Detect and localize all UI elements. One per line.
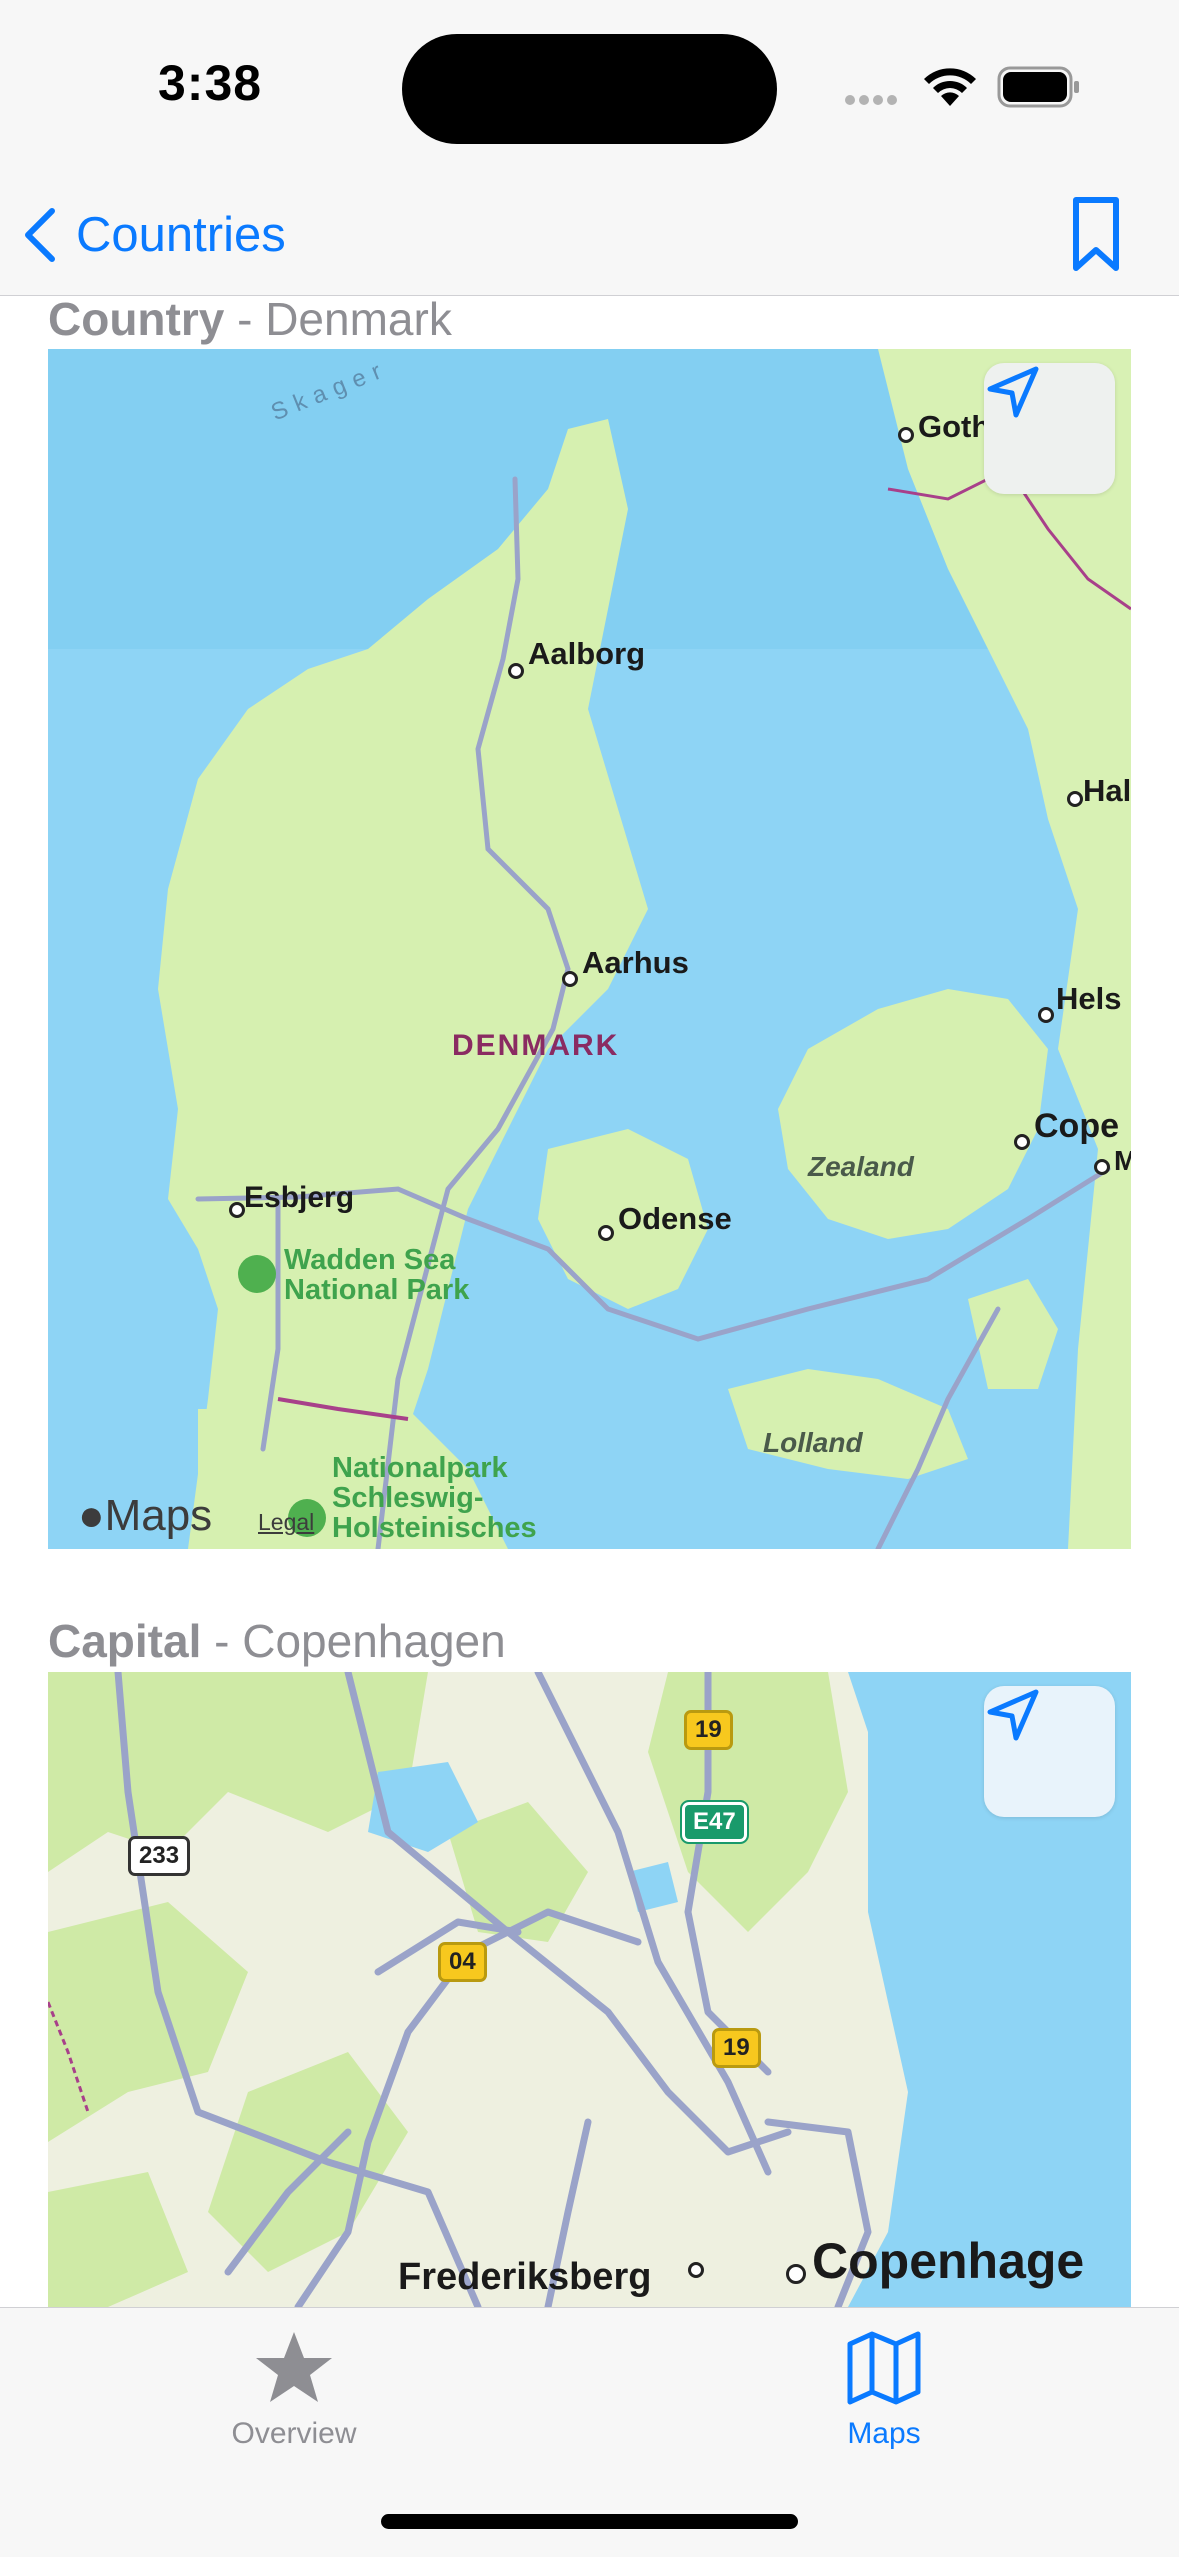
wifi-icon [924, 68, 976, 106]
city-marker [688, 2262, 704, 2278]
navigation-bar: Countries [0, 180, 1179, 296]
city-marker [598, 1225, 614, 1241]
map-label-m: M [1114, 1145, 1131, 1176]
road-shield-233: 233 [128, 1836, 191, 1876]
map-label-zealand: Zealand [808, 1151, 914, 1182]
map-label-copenhagen: Copenhage [812, 2233, 1085, 2289]
map-label-esbjerg: Esbjerg [244, 1181, 355, 1214]
country-map[interactable]: Skager Goth Aalborg Hal Aarhus DENMARK H… [48, 349, 1131, 1549]
map-label-wadden: Wadden Sea National Park [284, 1245, 469, 1305]
city-marker [562, 971, 578, 987]
map-label-hels: Hels [1056, 981, 1122, 1016]
map-label-denmark: DENMARK [452, 1029, 620, 1062]
map-label-lolland: Lolland [763, 1427, 863, 1458]
country-heading: Country - Denmark [48, 292, 452, 346]
capital-map-canvas [48, 1672, 1131, 2307]
bookmark-button[interactable] [1066, 190, 1126, 283]
back-button-label: Countries [76, 208, 286, 262]
map-label-goth: Goth [918, 409, 991, 444]
locate-button[interactable] [984, 1686, 1115, 1817]
city-marker [508, 663, 524, 679]
capital-map[interactable]: 19 E47 233 04 19 Copenhage Frederiksberg [48, 1672, 1131, 2307]
map-label-cope: Cope [1034, 1107, 1119, 1145]
map-label-nationalpark: Nationalpark Schleswig- Holsteinisches [332, 1453, 537, 1543]
wadden-line1: Wadden Sea [284, 1244, 456, 1276]
apple-logo-icon: ● [78, 1491, 105, 1540]
location-arrow-icon [987, 1689, 1039, 1741]
status-time: 3:38 [158, 55, 263, 111]
tab-overview[interactable]: Overview [169, 2330, 419, 2451]
city-marker [1067, 791, 1083, 807]
map-label-odense: Odense [618, 1201, 732, 1236]
capital-heading-bold: Capital [48, 1615, 202, 1667]
np-line3: Holsteinisches [332, 1512, 537, 1544]
tab-maps[interactable]: Maps [759, 2330, 1009, 2451]
home-indicator[interactable] [381, 2514, 798, 2529]
city-marker [898, 427, 914, 443]
country-heading-bold: Country [48, 293, 225, 345]
battery-icon [997, 66, 1079, 108]
map-label-hal: Hal [1083, 773, 1131, 808]
city-marker [1038, 1007, 1054, 1023]
status-bar: 3:38 [0, 0, 1179, 180]
back-button[interactable]: Countries [22, 195, 286, 275]
city-marker [1014, 1134, 1030, 1150]
city-marker [229, 1202, 245, 1218]
map-label-aalborg: Aalborg [528, 636, 646, 671]
capital-heading: Capital - Copenhagen [48, 1614, 506, 1668]
tab-maps-label: Maps [847, 2417, 921, 2450]
road-shield-e47: E47 [680, 1800, 749, 1844]
np-line2: Schleswig- [332, 1482, 484, 1514]
road-shield-19: 19 [712, 2028, 761, 2068]
capital-heading-name: - Copenhagen [201, 1615, 506, 1667]
maps-attribution-text: Maps [104, 1491, 213, 1540]
locate-button[interactable] [984, 363, 1115, 494]
maps-attribution: ●Maps [78, 1491, 212, 1541]
legal-link[interactable]: Legal [258, 1509, 314, 1536]
city-marker [786, 2264, 806, 2284]
city-marker [1094, 1159, 1110, 1175]
park-tree-icon [238, 1255, 276, 1293]
road-shield-04: 04 [438, 1942, 487, 1982]
country-heading-name: - Denmark [224, 293, 452, 345]
tab-overview-label: Overview [231, 2417, 357, 2450]
wadden-line2: National Park [284, 1274, 470, 1306]
np-line1: Nationalpark [332, 1452, 508, 1484]
star-icon [256, 2332, 332, 2402]
cellular-signal-icon [845, 92, 901, 110]
map-label-frederiksberg: Frederiksberg [398, 2256, 652, 2298]
dynamic-island [402, 34, 777, 144]
location-arrow-icon [987, 366, 1039, 418]
bookmark-icon [1073, 197, 1119, 271]
map-label-aarhus: Aarhus [582, 945, 689, 980]
chevron-left-icon [25, 208, 55, 262]
road-shield-19: 19 [684, 1710, 733, 1750]
map-icon [847, 2331, 921, 2405]
